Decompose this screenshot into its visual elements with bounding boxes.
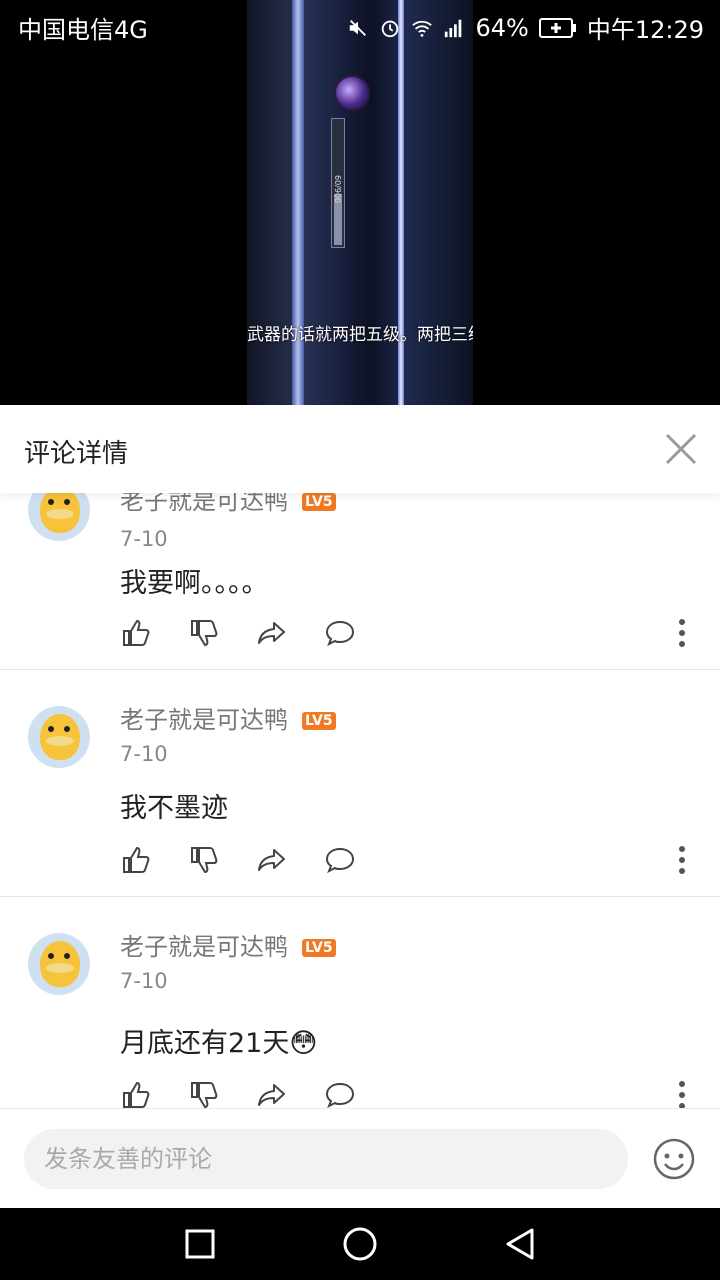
comment-list[interactable]: 老子就是可达鸭 LV5 7-10 我要啊。。。。 老子就是可达鸭 LV5 7-10 …	[0, 493, 720, 1108]
comment-actions	[120, 617, 356, 649]
more-options-icon[interactable]	[678, 846, 686, 874]
wifi-icon	[412, 20, 433, 37]
comment-item: 老子就是可达鸭 LV5 7-10 我要啊。。。。	[0, 493, 720, 670]
clock: 中午12:29	[586, 16, 704, 44]
comment-panel-header: 评论详情	[0, 405, 720, 493]
status-bar: 中国电信4G 64% 中午12:29	[0, 0, 720, 50]
battery-icon	[538, 17, 576, 38]
comment-text: 我不墨迹	[120, 793, 228, 824]
avatar[interactable]	[28, 933, 90, 995]
like-icon[interactable]	[120, 844, 152, 876]
system-nav-bar	[0, 1208, 720, 1280]
comment-date: 7-10	[120, 969, 168, 993]
avatar[interactable]	[28, 706, 90, 768]
mute-icon	[350, 19, 367, 36]
level-badge: LV5	[302, 712, 336, 730]
panel-title: 评论详情	[24, 439, 129, 469]
share-icon[interactable]	[256, 1079, 288, 1108]
comment-input-bar	[0, 1108, 720, 1208]
avatar[interactable]	[28, 493, 90, 541]
dislike-icon[interactable]	[188, 844, 220, 876]
like-icon[interactable]	[120, 617, 152, 649]
recent-apps-icon[interactable]	[182, 1226, 218, 1262]
alarm-icon	[382, 20, 399, 37]
ability-orb-icon	[334, 75, 370, 111]
comment-text: 月底还有21天😳	[120, 1028, 318, 1059]
comment-item: 老子就是可达鸭 LV5 7-10 月底还有21天😳	[0, 897, 720, 1108]
level-badge: LV5	[302, 939, 336, 957]
like-icon[interactable]	[120, 1079, 152, 1108]
comment-username[interactable]: 老子就是可达鸭 LV5	[120, 700, 336, 735]
more-options-icon[interactable]	[678, 619, 686, 647]
share-icon[interactable]	[256, 844, 288, 876]
home-icon[interactable]	[342, 1226, 378, 1262]
signal-icon	[445, 19, 462, 37]
reply-icon[interactable]	[324, 844, 356, 876]
energy-bar-label: 60/900	[333, 175, 342, 204]
reply-icon[interactable]	[324, 1079, 356, 1108]
back-icon[interactable]	[502, 1226, 538, 1262]
comment-username[interactable]: 老子就是可达鸭 LV5	[120, 493, 336, 516]
comment-input[interactable]	[24, 1129, 628, 1189]
comment-date: 7-10	[120, 527, 168, 551]
comment-actions	[120, 844, 356, 876]
comment-item: 老子就是可达鸭 LV5 7-10 我不墨迹	[0, 670, 720, 897]
carrier-label: 中国电信4G	[18, 16, 148, 44]
comment-text: 我要啊。。。。	[120, 568, 269, 599]
level-badge: LV5	[302, 493, 336, 511]
status-icons: 64% 中午12:29	[347, 10, 704, 45]
battery-percent: 64%	[475, 13, 529, 42]
emoji-icon[interactable]	[652, 1137, 696, 1181]
dislike-icon[interactable]	[188, 1079, 220, 1108]
comment-actions	[120, 1079, 356, 1108]
video-player[interactable]: 60/900 武器的话就两把五级。两把三级	[0, 0, 720, 405]
close-icon[interactable]	[662, 430, 700, 468]
reply-icon[interactable]	[324, 617, 356, 649]
comment-username[interactable]: 老子就是可达鸭 LV5	[120, 927, 336, 962]
more-options-icon[interactable]	[678, 1081, 686, 1108]
share-icon[interactable]	[256, 617, 288, 649]
dislike-icon[interactable]	[188, 617, 220, 649]
video-subtitle: 武器的话就两把五级。两把三级	[247, 325, 473, 345]
comment-date: 7-10	[120, 742, 168, 766]
